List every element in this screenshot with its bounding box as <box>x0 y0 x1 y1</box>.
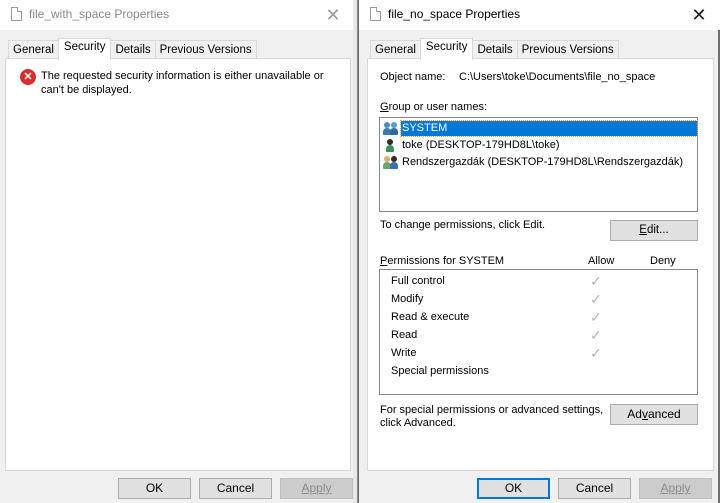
permissions-list: Full control ✓ Modify ✓ Read & execute ✓… <box>379 269 698 395</box>
list-item-user[interactable]: toke (DESKTOP-179HD8L\toke) <box>380 137 697 154</box>
permission-row: Full control ✓ <box>380 273 697 291</box>
file-icon <box>370 7 381 21</box>
tab-bar: General Security Details Previous Versio… <box>8 38 257 60</box>
apply-button[interactable]: Apply <box>639 478 712 499</box>
allow-check-icon: ✓ <box>590 327 602 343</box>
close-icon[interactable]: ✕ <box>686 2 712 28</box>
title-bar: file_no_space Properties ✕ <box>359 0 720 30</box>
window-title: file_no_space Properties <box>388 7 521 21</box>
permission-row: Read ✓ <box>380 327 697 345</box>
permissions-label: Permissions for SYSTEM <box>380 255 505 267</box>
properties-window-file-no-space: file_no_space Properties ✕ General Secur… <box>358 0 720 503</box>
tab-previous-versions[interactable]: Previous Versions <box>154 40 257 59</box>
permission-row: Write ✓ <box>380 345 697 363</box>
tab-bar: General Security Details Previous Versio… <box>370 38 619 60</box>
change-permissions-text: To change permissions, click Edit. <box>380 219 546 231</box>
tab-general[interactable]: General <box>370 40 421 59</box>
allow-check-icon: ✓ <box>590 273 602 289</box>
tab-general[interactable]: General <box>8 40 59 59</box>
apply-button[interactable]: Apply <box>280 478 353 499</box>
permission-row: Read & execute ✓ <box>380 309 697 327</box>
window-title: file_with_space Properties <box>29 7 170 21</box>
security-panel: Object name: C:\Users\toke\Documents\fil… <box>367 58 714 471</box>
user-icon <box>383 138 399 153</box>
tab-previous-versions[interactable]: Previous Versions <box>516 40 619 59</box>
permission-row: Special permissions <box>391 365 489 377</box>
error-message: The requested security information is ei… <box>41 70 324 96</box>
advanced-text-line2: click Advanced. <box>380 417 456 429</box>
file-icon <box>11 7 22 21</box>
advanced-button[interactable]: Advanced <box>610 404 698 425</box>
ok-button[interactable]: OK <box>118 478 191 499</box>
error-x-icon: ✕ <box>20 69 36 85</box>
deny-header: Deny <box>650 255 676 267</box>
security-panel: ✕ The requested security information is … <box>5 58 351 471</box>
tab-details[interactable]: Details <box>472 40 518 59</box>
allow-check-icon: ✓ <box>590 309 602 325</box>
cancel-button[interactable]: Cancel <box>199 478 272 499</box>
advanced-text-line1: For special permissions or advanced sett… <box>380 404 604 416</box>
ok-button[interactable]: OK <box>477 478 550 499</box>
allow-check-icon: ✓ <box>590 291 602 307</box>
close-icon[interactable]: ✕ <box>320 2 346 28</box>
tab-security[interactable]: Security <box>419 38 474 60</box>
title-bar: file_with_space Properties ✕ <box>0 0 353 30</box>
properties-window-file-with-space: file_with_space Properties ✕ General Sec… <box>0 0 353 503</box>
edit-button[interactable]: Edit... <box>610 220 698 241</box>
group-list-label: Group or user names: <box>380 101 487 113</box>
list-item-admins[interactable]: Rendszergazdák (DESKTOP-179HD8L\Rendszer… <box>380 154 697 171</box>
object-name-label: Object name: <box>380 71 446 83</box>
list-item-system[interactable]: SYSTEM <box>380 120 698 137</box>
group-icon <box>383 121 399 136</box>
permission-row: Modify ✓ <box>380 291 697 309</box>
allow-check-icon: ✓ <box>590 345 602 361</box>
cancel-button[interactable]: Cancel <box>558 478 631 499</box>
tab-details[interactable]: Details <box>110 40 156 59</box>
user-list[interactable]: SYSTEM toke (DESKTOP-179HD8L\toke) Rends… <box>379 117 698 212</box>
allow-header: Allow <box>588 255 615 267</box>
admin-group-icon <box>383 155 399 170</box>
object-name-value: C:\Users\toke\Documents\file_no_space <box>459 71 656 83</box>
tab-security[interactable]: Security <box>57 38 112 60</box>
